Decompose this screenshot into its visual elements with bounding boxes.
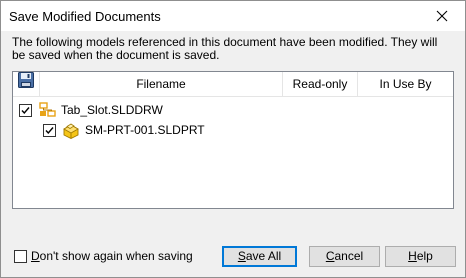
part-save-checkbox[interactable] xyxy=(43,123,56,137)
drawing-save-checkbox[interactable] xyxy=(19,103,32,117)
part-icon xyxy=(62,121,80,139)
column-header-save[interactable] xyxy=(13,72,40,96)
window-title: Save Modified Documents xyxy=(9,9,161,24)
save-modified-documents-dialog: Save Modified Documents The following mo… xyxy=(0,0,466,278)
cancel-button[interactable]: Cancel xyxy=(309,246,380,267)
title-bar: Save Modified Documents xyxy=(1,1,465,31)
dont-show-again-label[interactable]: Don't show again when saving xyxy=(31,249,193,263)
tree-row-drawing[interactable]: Tab_Slot.SLDDRW xyxy=(19,100,163,120)
close-icon xyxy=(436,10,448,22)
info-message: The following models referenced in this … xyxy=(12,35,438,62)
save-disk-icon xyxy=(18,72,34,96)
part-file-name: SM-PRT-001.SLDPRT xyxy=(85,123,205,137)
save-all-button[interactable]: Save All xyxy=(222,246,297,267)
drawing-file-name: Tab_Slot.SLDDRW xyxy=(61,103,163,117)
dialog-content: The following models referenced in this … xyxy=(1,31,465,277)
modified-files-list[interactable]: Filename Read-only In Use By Tab_Slot.SL… xyxy=(12,71,454,209)
close-button[interactable] xyxy=(419,1,465,31)
column-header-in-use-by[interactable]: In Use By xyxy=(358,72,453,96)
help-button[interactable]: Help xyxy=(385,246,456,267)
column-header-read-only[interactable]: Read-only xyxy=(283,72,358,96)
dont-show-again-option[interactable]: Don't show again when saving xyxy=(14,249,193,263)
tree-row-part[interactable]: SM-PRT-001.SLDPRT xyxy=(43,120,205,140)
drawing-icon xyxy=(38,101,56,119)
list-header: Filename Read-only In Use By xyxy=(13,72,453,97)
column-header-filename[interactable]: Filename xyxy=(40,72,283,96)
dont-show-again-checkbox[interactable] xyxy=(14,249,27,263)
